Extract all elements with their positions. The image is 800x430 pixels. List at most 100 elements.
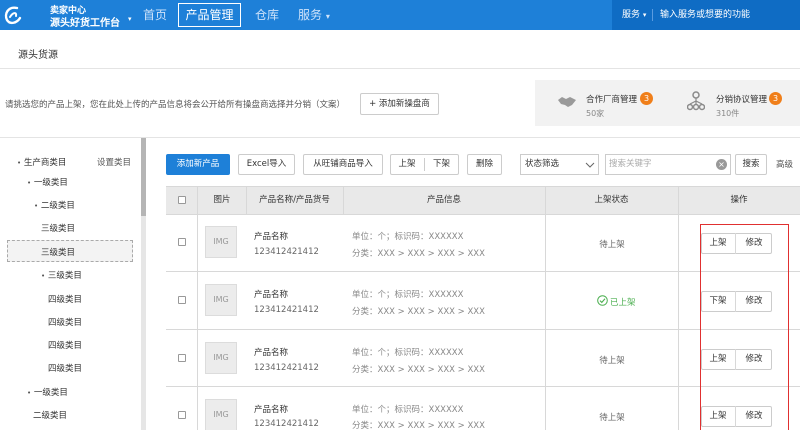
status-text: 待上架 (599, 356, 625, 366)
product-code: 123412421412 (254, 305, 319, 315)
sidebar-item-level2[interactable]: 二级类目 (33, 409, 67, 421)
service-dropdown-label: 服务 (622, 10, 641, 20)
partner-manager-link[interactable]: 合作厂商管理 (586, 93, 637, 105)
sidebar-item-level1[interactable]: • 一级类目 (27, 176, 68, 188)
column-header-info: 产品信息 (426, 195, 461, 205)
actions-highlight-annotation (700, 224, 789, 430)
distribution-agreement-link[interactable]: 分销协议管理 (716, 93, 767, 105)
add-dealer-button[interactable]: + 添加新操盘商 (360, 93, 439, 115)
on-shelf-button[interactable]: 上架 (390, 154, 424, 175)
sidebar-item-label: 一级类目 (33, 388, 68, 398)
partner-count: 50家 (586, 109, 605, 118)
product-image: IMG (205, 342, 237, 374)
nav-product-management[interactable]: 产品管理 (178, 3, 241, 27)
sidebar-item-level4[interactable]: 四级类目 (48, 362, 82, 374)
bullet-icon: • (17, 159, 22, 167)
check-circle-icon (597, 295, 608, 306)
row-checkbox[interactable] (178, 296, 186, 304)
column-divider (545, 186, 546, 430)
search-button[interactable]: 搜索 (735, 154, 767, 175)
nav-home[interactable]: 首页 (143, 0, 167, 30)
sidebar-item-label: 生产商类目 (23, 158, 67, 168)
chevron-down-icon (585, 162, 595, 168)
status-text: 已上架 (610, 298, 636, 308)
product-image: IMG (205, 284, 237, 316)
nav-services[interactable]: 服务 ▾ (298, 0, 330, 30)
product-category-info: 分类：XXX > XXX > XXX > XXX (352, 307, 485, 317)
bullet-icon: • (41, 272, 46, 280)
handshake-icon (558, 97, 576, 107)
agreement-count: 310件 (716, 109, 740, 118)
page-title: 源头货源 (18, 50, 58, 61)
divider (652, 9, 653, 21)
row-checkbox[interactable] (178, 354, 186, 362)
service-dropdown[interactable]: 服务 ▾ (622, 0, 646, 30)
bullet-icon: • (34, 202, 39, 210)
sidebar-item-label: 三级类目 (47, 271, 82, 281)
nav-warehouse[interactable]: 仓库 (255, 0, 279, 30)
notification-badge: 3 (769, 92, 782, 105)
row-checkbox[interactable] (178, 238, 186, 246)
product-category-info: 分类：XXX > XXX > XXX > XXX (352, 365, 485, 375)
sidebar-item-level1[interactable]: • 一级类目 (27, 386, 68, 398)
sidebar-item-level2[interactable]: • 二级类目 (34, 199, 75, 211)
row-checkbox[interactable] (178, 411, 186, 419)
sidebar-item-label: 二级类目 (40, 201, 75, 211)
sidebar-item-level4[interactable]: 四级类目 (48, 339, 82, 351)
sidebar-item-label: 一级类目 (33, 178, 68, 188)
product-name[interactable]: 产品名称 (254, 230, 288, 242)
sidebar-scrollbar-thumb[interactable] (141, 138, 146, 216)
sidebar-item-manufacturer[interactable]: • 生产商类目 (17, 156, 66, 168)
column-divider (678, 186, 679, 430)
clear-icon[interactable]: × (716, 159, 727, 170)
column-divider (246, 186, 247, 215)
advanced-search-link[interactable]: 高级 (776, 158, 793, 170)
add-product-button[interactable]: 添加新产品 (166, 154, 230, 175)
chevron-down-icon[interactable]: ▾ (128, 15, 132, 23)
workbench-switcher[interactable]: 源头好货工作台 (50, 14, 120, 29)
product-code: 123412421412 (254, 419, 319, 429)
set-category-link[interactable]: 设置类目 (97, 156, 131, 168)
product-category-info: 分类：XXX > XXX > XXX > XXX (352, 249, 485, 259)
delete-button[interactable]: 删除 (467, 154, 502, 175)
product-category-info: 分类：XXX > XXX > XXX > XXX (352, 421, 485, 430)
page-description: 请挑选您的产品上架，您在此处上传的产品信息将会公开给所有操盘商选择并分销（文案） (5, 100, 346, 110)
status-text: 待上架 (599, 240, 625, 250)
column-divider (197, 186, 198, 430)
column-divider (343, 186, 344, 215)
column-header-image: 图片 (213, 195, 231, 205)
nav-services-label: 服务 (298, 8, 323, 22)
bullet-icon: • (27, 389, 32, 397)
chevron-down-icon: ▾ (325, 12, 330, 21)
org-chart-icon (687, 91, 705, 111)
keyword-search-input[interactable]: 搜索关键字 (605, 154, 731, 175)
notification-badge: 3 (640, 92, 653, 105)
excel-import-button[interactable]: Excel导入 (238, 154, 295, 175)
product-name[interactable]: 产品名称 (254, 403, 288, 415)
status-text: 待上架 (599, 413, 625, 423)
product-unit-info: 单位：个；标识码：XXXXXX (352, 405, 464, 415)
wangpu-import-button[interactable]: 从旺铺商品导入 (303, 154, 383, 175)
column-header-name: 产品名称/产品货号 (259, 195, 330, 205)
alibaba-logo-icon[interactable] (4, 4, 22, 26)
chevron-down-icon: ▾ (642, 11, 647, 19)
off-shelf-button[interactable]: 下架 (424, 154, 459, 175)
product-unit-info: 单位：个；标识码：XXXXXX (352, 232, 464, 242)
product-code: 123412421412 (254, 363, 319, 373)
sidebar-item-level3-selected[interactable]: 三级类目 (41, 246, 75, 258)
product-unit-info: 单位：个；标识码：XXXXXX (352, 348, 464, 358)
column-header-status: 上架状态 (594, 195, 629, 205)
service-search-input[interactable]: 输入服务或想要的功能 (660, 0, 750, 30)
product-name[interactable]: 产品名称 (254, 288, 288, 300)
product-name[interactable]: 产品名称 (254, 346, 288, 358)
select-all-checkbox[interactable] (178, 196, 186, 204)
sidebar-item-level3[interactable]: 三级类目 (41, 222, 75, 234)
sidebar-item-level4[interactable]: 四级类目 (48, 316, 82, 328)
divider (0, 137, 800, 138)
sidebar-item-level3[interactable]: • 三级类目 (41, 269, 82, 281)
product-image: IMG (205, 226, 237, 258)
divider (0, 68, 800, 69)
column-header-actions: 操作 (730, 195, 748, 205)
product-code: 123412421412 (254, 247, 319, 257)
sidebar-item-level4[interactable]: 四级类目 (48, 293, 82, 305)
